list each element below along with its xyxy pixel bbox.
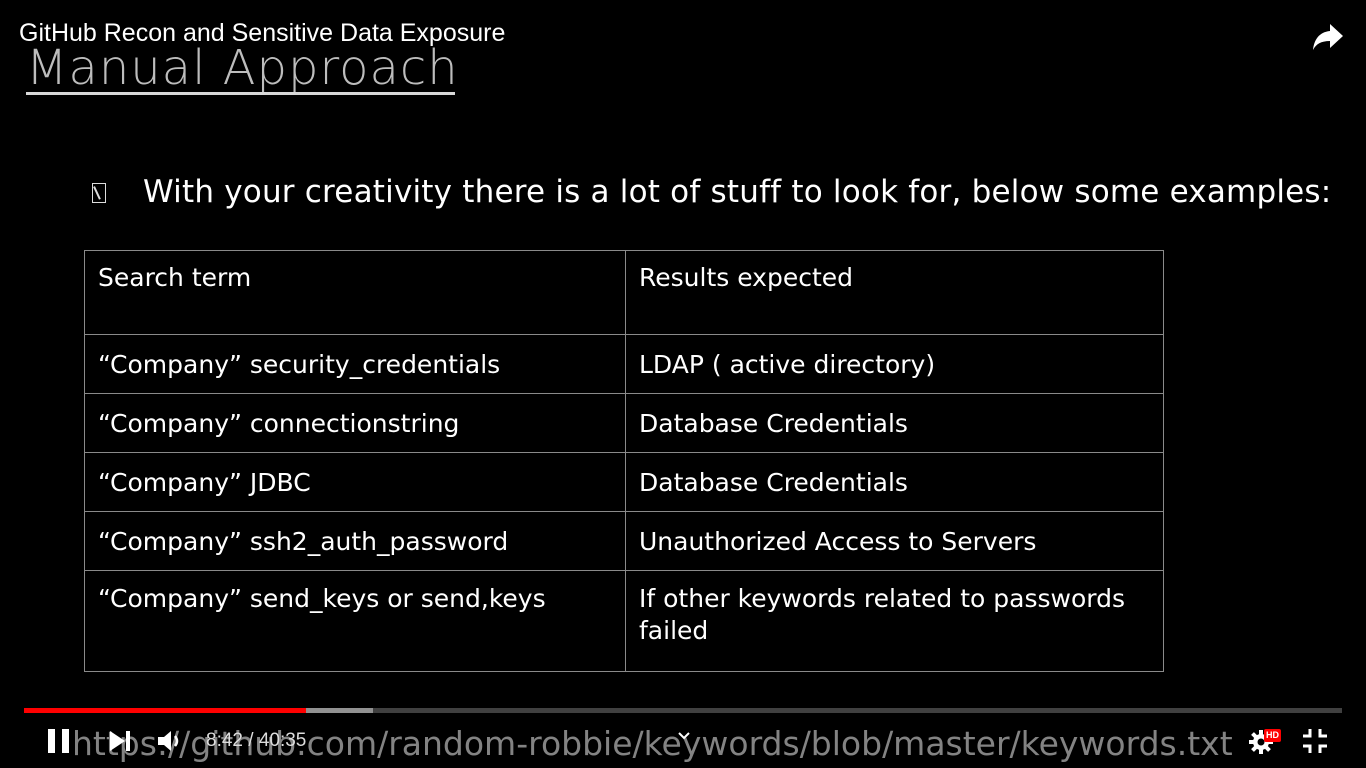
- table-header-row: Search term Results expected: [84, 250, 1164, 335]
- table-cell: “Company” ssh2_auth_password: [84, 511, 626, 571]
- table-cell: Unauthorized Access to Servers: [625, 511, 1164, 571]
- bullet-text: With your creativity there is a lot of s…: [143, 174, 1332, 210]
- table-header-cell: Search term: [84, 250, 626, 335]
- table-cell: Database Credentials: [625, 452, 1164, 512]
- next-icon: [110, 731, 130, 751]
- chevron-button[interactable]: [676, 728, 692, 744]
- table-row: “Company” ssh2_auth_password Unauthorize…: [84, 511, 1164, 571]
- table-cell: Database Credentials: [625, 393, 1164, 453]
- table-row: “Company” JDBC Database Credentials: [84, 452, 1164, 512]
- table-cell: LDAP ( active directory): [625, 334, 1164, 394]
- heading-underline: [26, 92, 455, 95]
- hd-badge: HD: [1264, 729, 1281, 742]
- volume-button[interactable]: [156, 728, 186, 754]
- keywords-table: Search term Results expected “Company” s…: [84, 250, 1164, 672]
- table-cell: “Company” security_credentials: [84, 334, 626, 394]
- share-icon: [1313, 24, 1343, 50]
- video-title[interactable]: GitHub Recon and Sensitive Data Exposure: [19, 19, 505, 48]
- table-row: “Company” connectionstring Database Cred…: [84, 393, 1164, 453]
- table-row: “Company” security_credentials LDAP ( ac…: [84, 334, 1164, 394]
- pause-icon: [48, 729, 55, 753]
- pause-button[interactable]: [48, 729, 70, 753]
- chevron-down-icon: [678, 732, 690, 740]
- share-button[interactable]: [1310, 20, 1346, 54]
- volume-icon: [158, 731, 179, 751]
- pause-icon-bar: [62, 729, 69, 753]
- next-button[interactable]: [108, 730, 132, 752]
- progress-played: [24, 708, 307, 713]
- table-cell: If other keywords related to passwords f…: [625, 570, 1164, 672]
- exit-fullscreen-icon: [1303, 729, 1327, 753]
- progress-bar[interactable]: [24, 708, 1342, 713]
- time-display: 8:42 / 40:35: [206, 730, 307, 751]
- table-cell: “Company” send_keys or send,keys: [84, 570, 626, 672]
- table-header-cell: Results expected: [625, 250, 1164, 335]
- table-cell: “Company” connectionstring: [84, 393, 626, 453]
- exit-fullscreen-button[interactable]: [1302, 728, 1328, 754]
- bullet-icon: [92, 183, 106, 203]
- table-row: “Company” send_keys or send,keys If othe…: [84, 570, 1164, 672]
- table-cell: “Company” JDBC: [84, 452, 626, 512]
